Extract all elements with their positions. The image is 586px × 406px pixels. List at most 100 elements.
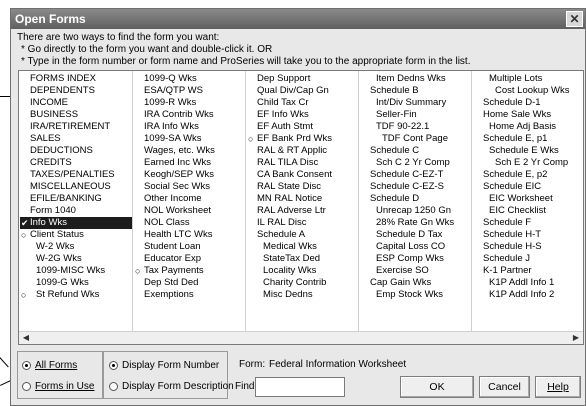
form-list-item[interactable]: Emp Stock Wks bbox=[360, 289, 472, 301]
form-list-item[interactable]: Child Tax Cr bbox=[247, 97, 359, 109]
form-list-item[interactable]: ✔ Info Wks bbox=[20, 217, 132, 229]
form-list-item[interactable]: EIC Checklist bbox=[473, 205, 583, 217]
form-list-item[interactable]: NOL Worksheet bbox=[134, 205, 246, 217]
form-list-item[interactable]: Schedule D-1 bbox=[473, 97, 583, 109]
form-list-item[interactable]: Cap Gain Wks bbox=[360, 277, 472, 289]
form-list-item[interactable]: SALES bbox=[20, 133, 132, 145]
form-list-item[interactable]: Schedule F bbox=[473, 217, 583, 229]
form-list-item[interactable]: Sch E 2 Yr Comp bbox=[473, 157, 583, 169]
form-list-item[interactable]: Schedule J bbox=[473, 253, 583, 265]
horizontal-scrollbar[interactable]: ◀ ▶ bbox=[19, 331, 583, 344]
form-list-item[interactable]: Schedule EIC bbox=[473, 181, 583, 193]
form-list-item[interactable]: Exemptions bbox=[134, 289, 246, 301]
form-list-item[interactable]: EIC Worksheet bbox=[473, 193, 583, 205]
form-list-item[interactable]: 1099-MISC Wks bbox=[20, 265, 132, 277]
form-list-item[interactable]: Keogh/SEP Wks bbox=[134, 169, 246, 181]
form-list-item[interactable]: NOL Class bbox=[134, 217, 246, 229]
form-list-item[interactable]: Other Income bbox=[134, 193, 246, 205]
form-list-item[interactable]: Schedule D Tax bbox=[360, 229, 472, 241]
forms-in-use-radio[interactable]: Forms in Use bbox=[22, 380, 94, 394]
form-list-item[interactable]: 1099-SA Wks bbox=[134, 133, 246, 145]
form-list-item[interactable]: Schedule E Wks bbox=[473, 145, 583, 157]
form-list-item[interactable]: Seller-Fin bbox=[360, 109, 472, 121]
help-button[interactable]: Help bbox=[535, 376, 581, 398]
form-list-item[interactable]: Multiple Lots bbox=[473, 73, 583, 85]
form-list-item[interactable]: RAL Adverse Ltr bbox=[247, 205, 359, 217]
form-list-item[interactable]: Locality Wks bbox=[247, 265, 359, 277]
scroll-right-icon[interactable]: ▶ bbox=[570, 332, 582, 343]
display-description-radio[interactable]: Display Form Description bbox=[109, 380, 234, 394]
form-list-item[interactable]: Schedule C-EZ-S bbox=[360, 181, 472, 193]
form-list-item[interactable]: Qual Div/Cap Gn bbox=[247, 85, 359, 97]
form-list-item[interactable]: W-2 Wks bbox=[20, 241, 132, 253]
form-list-item[interactable]: Educator Exp bbox=[134, 253, 246, 265]
form-list-item[interactable]: Schedule C-EZ-T bbox=[360, 169, 472, 181]
form-list-item[interactable]: CA Bank Consent bbox=[247, 169, 359, 181]
form-list-item[interactable]: Schedule B bbox=[360, 85, 472, 97]
form-list-item[interactable]: DEDUCTIONS bbox=[20, 145, 132, 157]
form-list-item[interactable]: Schedule H-S bbox=[473, 241, 583, 253]
form-list-item[interactable]: StateTax Ded bbox=[247, 253, 359, 265]
form-list-item[interactable]: Charity Contrib bbox=[247, 277, 359, 289]
all-forms-radio[interactable]: All Forms bbox=[22, 359, 77, 373]
form-list-item[interactable]: K-1 Partner bbox=[473, 265, 583, 277]
form-list-item[interactable]: Schedule A bbox=[247, 229, 359, 241]
cancel-button[interactable]: Cancel bbox=[479, 376, 530, 398]
form-list-item[interactable]: Form 1040 bbox=[20, 205, 132, 217]
form-list-item[interactable]: Misc Dedns bbox=[247, 289, 359, 301]
form-list-item[interactable]: ○ Client Status bbox=[20, 229, 132, 241]
form-list-item[interactable]: 1099-Q Wks bbox=[134, 73, 246, 85]
form-list-item[interactable]: Home Sale Wks bbox=[473, 109, 583, 121]
find-input[interactable] bbox=[255, 377, 345, 397]
form-list-item[interactable]: RAL & RT Applic bbox=[247, 145, 359, 157]
form-list-item[interactable]: Dep Std Ded bbox=[134, 277, 246, 289]
form-list-item[interactable]: BUSINESS bbox=[20, 109, 132, 121]
display-number-radio[interactable]: Display Form Number bbox=[109, 359, 219, 373]
form-list-item[interactable]: Health LTC Wks bbox=[134, 229, 246, 241]
forms-list[interactable]: ◀ ▶ FORMS INDEX DEPENDENTS INCOME BUSINESS I… bbox=[18, 70, 584, 345]
form-list-item[interactable]: W-2G Wks bbox=[20, 253, 132, 265]
form-list-item[interactable]: Wages, etc. Wks bbox=[134, 145, 246, 157]
form-list-item[interactable]: Medical Wks bbox=[247, 241, 359, 253]
form-list-item[interactable]: TAXES/PENALTIES bbox=[20, 169, 132, 181]
form-list-item[interactable]: 1099-G Wks bbox=[20, 277, 132, 289]
form-list-item[interactable]: RAL State Disc bbox=[247, 181, 359, 193]
form-list-item[interactable]: Schedule D bbox=[360, 193, 472, 205]
form-list-item[interactable]: ○ EF Bank Prd Wks bbox=[247, 133, 359, 145]
form-list-item[interactable]: MISCELLANEOUS bbox=[20, 181, 132, 193]
form-list-item[interactable]: MN RAL Notice bbox=[247, 193, 359, 205]
form-list-item[interactable]: IRA Contrib Wks bbox=[134, 109, 246, 121]
form-list-item[interactable]: EFILE/BANKING bbox=[20, 193, 132, 205]
form-list-item[interactable]: Item Dedns Wks bbox=[360, 73, 472, 85]
form-list-item[interactable]: Earned Inc Wks bbox=[134, 157, 246, 169]
form-list-item[interactable]: Capital Loss CO bbox=[360, 241, 472, 253]
form-list-item[interactable]: INCOME bbox=[20, 97, 132, 109]
form-list-item[interactable]: DEPENDENTS bbox=[20, 85, 132, 97]
form-list-item[interactable]: EF Info Wks bbox=[247, 109, 359, 121]
form-list-item[interactable]: Student Loan bbox=[134, 241, 246, 253]
form-list-item[interactable]: CREDITS bbox=[20, 157, 132, 169]
form-list-item[interactable]: IL RAL Disc bbox=[247, 217, 359, 229]
form-list-item[interactable]: Dep Support bbox=[247, 73, 359, 85]
form-list-item[interactable]: 28% Rate Gn Wks bbox=[360, 217, 472, 229]
form-list-item[interactable]: Int/Div Summary bbox=[360, 97, 472, 109]
form-list-item[interactable]: Schedule H-T bbox=[473, 229, 583, 241]
form-list-item[interactable]: Sch C 2 Yr Comp bbox=[360, 157, 472, 169]
form-list-item[interactable]: ○ Tax Payments bbox=[134, 265, 246, 277]
form-list-item[interactable]: ESP Comp Wks bbox=[360, 253, 472, 265]
form-list-item[interactable]: ESA/QTP WS bbox=[134, 85, 246, 97]
form-list-item[interactable]: RAL TILA Disc bbox=[247, 157, 359, 169]
form-list-item[interactable]: TDF 90-22.1 bbox=[360, 121, 472, 133]
form-list-item[interactable]: Social Sec Wks bbox=[134, 181, 246, 193]
form-list-item[interactable]: EF Auth Stmt bbox=[247, 121, 359, 133]
close-button[interactable]: ✕ bbox=[566, 11, 583, 27]
form-list-item[interactable]: Cost Lookup Wks bbox=[473, 85, 583, 97]
form-list-item[interactable]: ○ St Refund Wks bbox=[20, 289, 132, 301]
form-list-item[interactable]: K1P Addl Info 2 bbox=[473, 289, 583, 301]
form-list-item[interactable]: Schedule E, p1 bbox=[473, 133, 583, 145]
form-list-item[interactable]: IRA Info Wks bbox=[134, 121, 246, 133]
scroll-left-icon[interactable]: ◀ bbox=[20, 332, 32, 343]
form-list-item[interactable]: Schedule E, p2 bbox=[473, 169, 583, 181]
form-list-item[interactable]: Unrecap 1250 Gn bbox=[360, 205, 472, 217]
form-list-item[interactable]: IRA/RETIREMENT bbox=[20, 121, 132, 133]
